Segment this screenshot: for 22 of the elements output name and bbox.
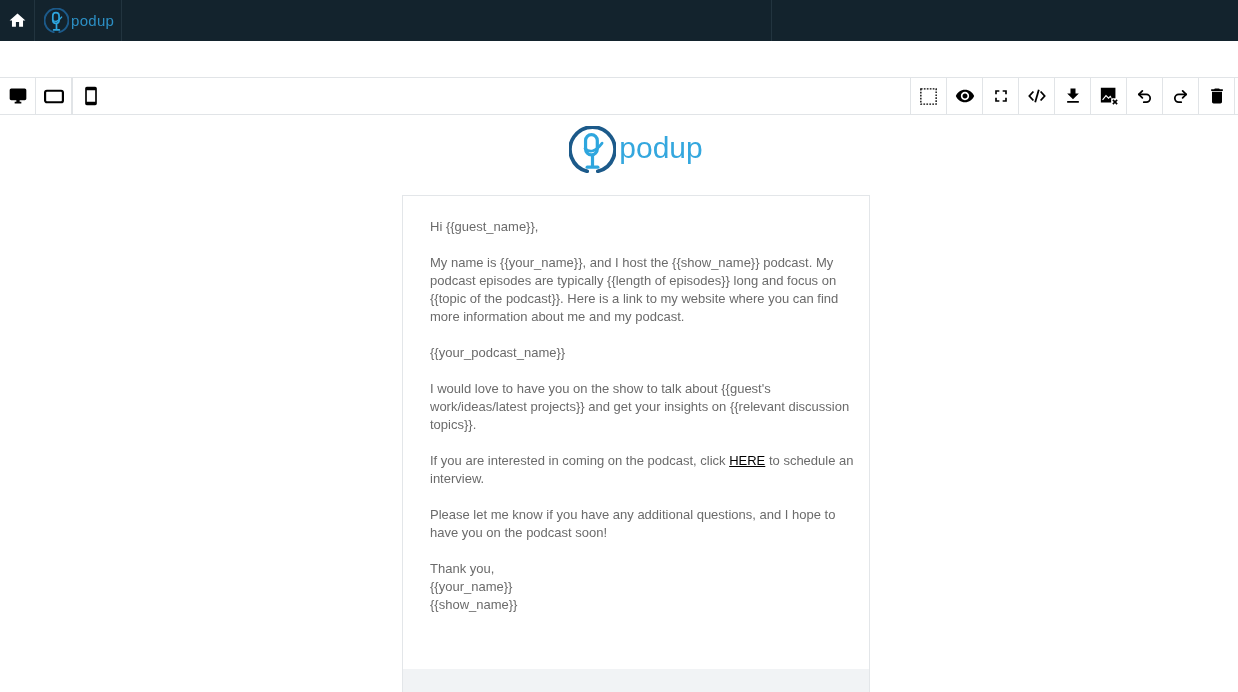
email-paragraph: I would love to have you on the show to talk about {{guest's work/ideas/latest projects}} and get your insights on {{relevant discussion topics}}. bbox=[430, 380, 851, 434]
undo-icon bbox=[1136, 87, 1153, 105]
tablet-icon bbox=[43, 88, 64, 104]
email-paragraph: Please let me know if you have any additional questions, and I hope to have you on the podcast soon! bbox=[430, 506, 837, 542]
home-icon bbox=[7, 11, 27, 30]
signature-line: {{show_name}} bbox=[430, 596, 519, 614]
logo-wordmark: podup bbox=[71, 12, 115, 29]
dashed-square-icon bbox=[920, 87, 937, 105]
email-paragraph: {{your_podcast_name}} bbox=[430, 344, 567, 362]
schedule-link[interactable]: HERE bbox=[729, 453, 766, 468]
email-paragraph: If you are interested in coming on the podcast, click HERE to schedule an interview. bbox=[430, 452, 854, 488]
image-remove-icon bbox=[1099, 87, 1118, 105]
email-paragraph: Hi {{guest_name}}, bbox=[430, 218, 540, 236]
code-icon bbox=[1027, 88, 1046, 104]
podcast-mic-logo-icon bbox=[44, 8, 69, 33]
redo-icon bbox=[1172, 87, 1189, 105]
signature-line: Thank you, bbox=[430, 560, 496, 578]
desktop-monitor-icon bbox=[7, 86, 28, 106]
signature-line: {{your_name}} bbox=[430, 578, 514, 596]
logo-wordmark: podup bbox=[619, 132, 703, 166]
email-paragraph: My name is {{your_name}}, and I host the {{show_name}} podcast. My podcast episodes are typically {{length of episodes}} long and focus on {{topic of the podcast}}. Here is a link to my website where you can find more information about me and my podcast. bbox=[430, 254, 840, 326]
podcast-mic-logo-icon bbox=[569, 126, 617, 173]
